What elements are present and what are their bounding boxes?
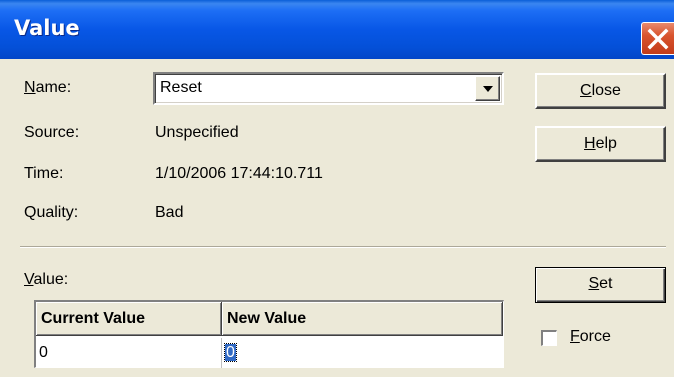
column-header-new-value[interactable]: New Value xyxy=(222,302,503,336)
force-checkbox[interactable] xyxy=(541,330,557,346)
column-header-current-value[interactable]: Current Value xyxy=(36,302,222,336)
force-label[interactable]: Force xyxy=(570,328,611,346)
new-value-cell[interactable]: 0 xyxy=(222,338,503,368)
dropdown-arrow-icon xyxy=(483,86,493,92)
value-grid: Current Value New Value 0 0 xyxy=(34,300,504,368)
source-value: Unspecified xyxy=(155,124,239,141)
set-button[interactable]: Set xyxy=(535,267,666,303)
name-combobox[interactable]: Reset xyxy=(153,72,504,105)
name-label: Name: xyxy=(24,79,72,96)
current-value-cell: 0 xyxy=(36,338,222,368)
close-icon xyxy=(647,28,669,50)
section-divider xyxy=(20,246,666,248)
time-value: 1/10/2006 17:44:10.711 xyxy=(155,165,323,182)
time-label: Time: xyxy=(24,165,64,182)
help-button[interactable]: Help xyxy=(535,126,666,162)
quality-label: Quality: xyxy=(24,204,79,221)
source-label: Source: xyxy=(24,124,80,141)
close-button[interactable]: Close xyxy=(535,73,666,109)
title-bar: Value xyxy=(0,0,674,59)
new-value-text[interactable]: 0 xyxy=(224,343,237,362)
name-combobox-dropdown-button[interactable] xyxy=(475,76,500,101)
quality-value: Bad xyxy=(155,204,184,221)
window-title: Value xyxy=(14,16,80,40)
window-close-button[interactable] xyxy=(641,22,674,55)
value-section-label: Value: xyxy=(24,271,69,288)
name-combobox-value: Reset xyxy=(160,79,202,96)
